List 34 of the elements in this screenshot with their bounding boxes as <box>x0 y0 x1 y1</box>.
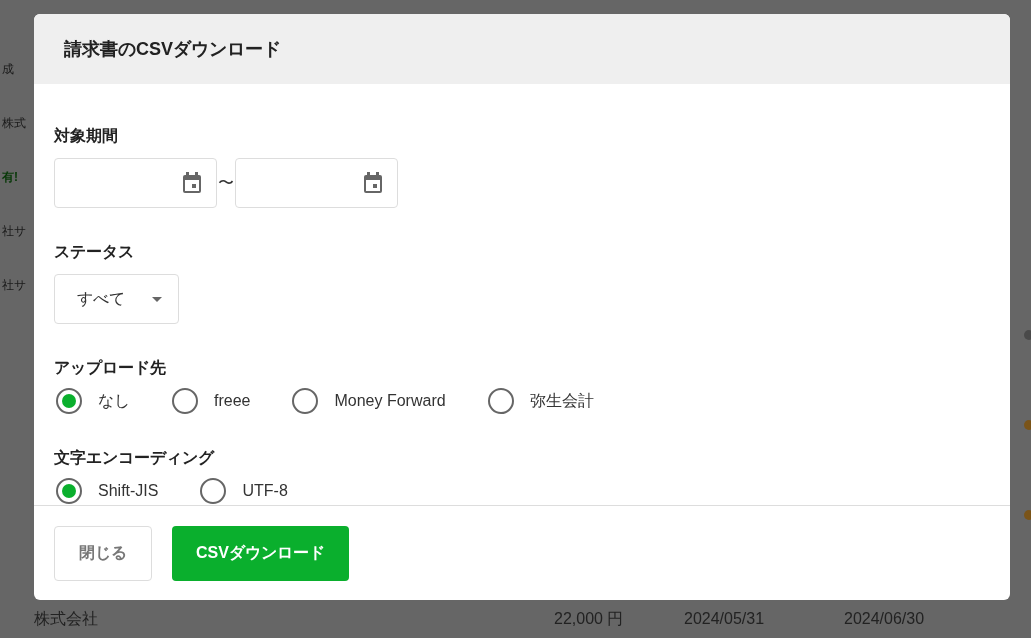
dialog-title: 請求書のCSVダウンロード <box>64 37 281 61</box>
calendar-icon[interactable] <box>182 172 202 194</box>
background-text: 株式 <box>1 116 26 130</box>
radio-option[interactable]: Money Forward <box>292 388 446 414</box>
radio-button[interactable] <box>200 478 227 504</box>
radio-option[interactable]: なし <box>56 388 130 414</box>
field-label: ステータス <box>54 242 135 262</box>
background-text: 社サ <box>1 278 26 292</box>
field-label: アップロード先 <box>54 358 167 378</box>
table-cell-text: 2024/06/30 <box>844 609 925 629</box>
table-cell-text: 22,000 円 <box>554 609 625 629</box>
background-text: 社サ <box>1 224 26 238</box>
field-label: 文字エンコーディング <box>54 448 216 468</box>
calendar-icon[interactable] <box>363 172 383 194</box>
date-field[interactable] <box>54 158 217 208</box>
background-text: 成 <box>1 62 14 76</box>
table-cell-text: 株式会社 <box>34 609 99 629</box>
radio-option[interactable]: UTF-8 <box>200 478 288 504</box>
range-separator: 〜 <box>217 173 235 193</box>
radio-button[interactable] <box>172 388 198 414</box>
status-select[interactable]: すべて <box>54 274 179 324</box>
radio-option[interactable]: freee <box>172 388 251 414</box>
caret-icon <box>152 296 162 302</box>
radio-option[interactable]: Shift-JIS <box>56 478 159 504</box>
table-cell-text: 2024/05/31 <box>684 609 766 629</box>
radio-button[interactable] <box>487 388 514 414</box>
radio-button[interactable] <box>56 478 82 504</box>
close-button[interactable]: 閉じる <box>54 525 152 581</box>
radio-button[interactable] <box>292 388 319 414</box>
radio-button[interactable] <box>56 388 82 414</box>
background-text: 有! <box>1 170 18 184</box>
field-label: 対象期間 <box>54 126 119 146</box>
date-field[interactable] <box>235 158 398 208</box>
radio-option[interactable]: 弥生会計 <box>487 388 594 414</box>
